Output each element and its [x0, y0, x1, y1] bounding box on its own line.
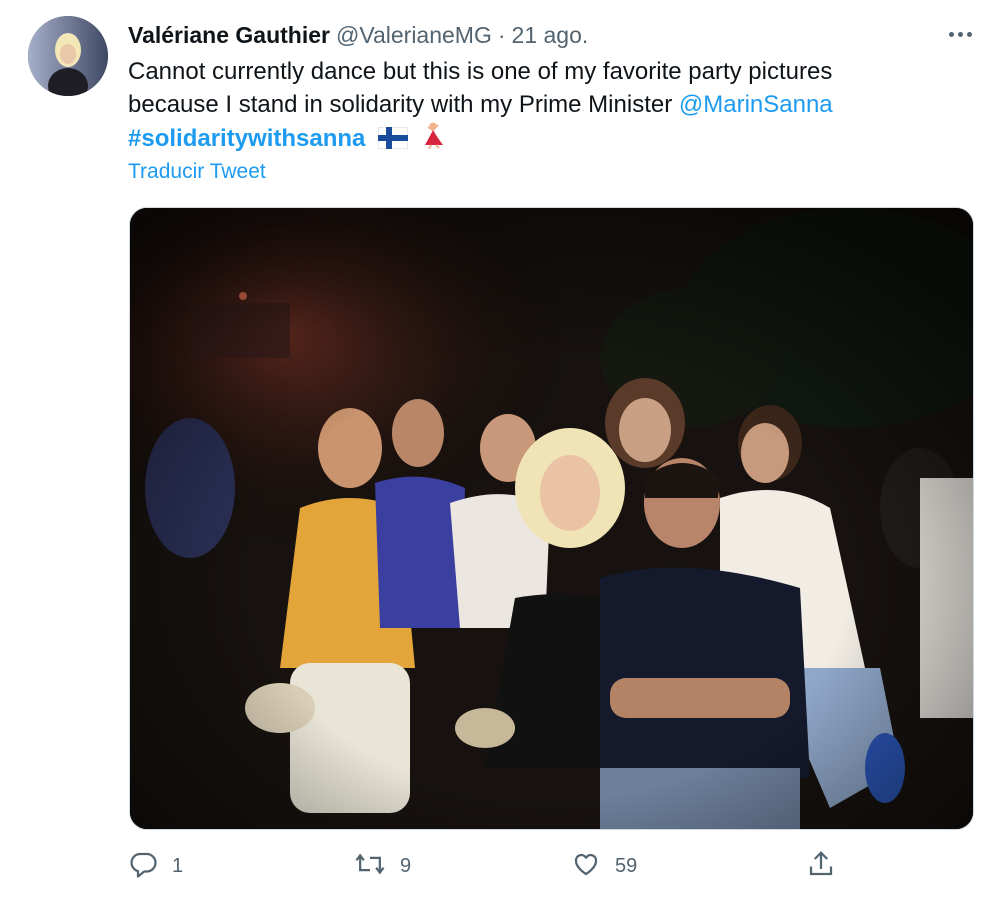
- tweet-photo[interactable]: [129, 207, 974, 830]
- separator: ·: [497, 21, 506, 48]
- tweet-text-line2: because I stand in solidarity with my Pr…: [128, 91, 673, 118]
- reply-button[interactable]: 1: [128, 846, 183, 886]
- tweet-text-line1: Cannot currently dance but this is one o…: [128, 58, 833, 85]
- retweet-count: 9: [400, 854, 412, 877]
- like-count: 59: [615, 854, 638, 877]
- finland-flag-icon: [377, 125, 409, 158]
- like-icon: [571, 849, 601, 884]
- translate-link[interactable]: Traducir Tweet: [128, 160, 266, 184]
- author-handle[interactable]: @ValerianeMG: [336, 22, 492, 49]
- party-photo: [130, 208, 973, 829]
- tweet-actions: 1 9 59: [128, 846, 848, 886]
- hashtag-link[interactable]: #solidaritywithsanna: [128, 125, 365, 152]
- tweet-text: Cannot currently dance but this is one o…: [128, 55, 968, 158]
- share-icon: [806, 849, 836, 884]
- mention-link[interactable]: @MarinSanna: [679, 91, 833, 118]
- tweet-date[interactable]: 21 ago.: [512, 22, 589, 49]
- retweet-icon: [354, 849, 386, 884]
- like-button[interactable]: 59: [571, 846, 637, 886]
- dancer-icon: [421, 121, 447, 158]
- share-button[interactable]: [806, 846, 836, 886]
- reply-icon: [128, 849, 158, 884]
- author-name[interactable]: Valériane Gauthier: [128, 22, 330, 49]
- avatar-image: [28, 16, 108, 96]
- avatar[interactable]: [28, 16, 108, 96]
- reply-count: 1: [172, 854, 184, 877]
- retweet-button[interactable]: 9: [354, 846, 411, 886]
- tweet-header: Valériane Gauthier @ValerianeMG · 21 ago…: [128, 18, 980, 52]
- more-icon[interactable]: [940, 22, 980, 46]
